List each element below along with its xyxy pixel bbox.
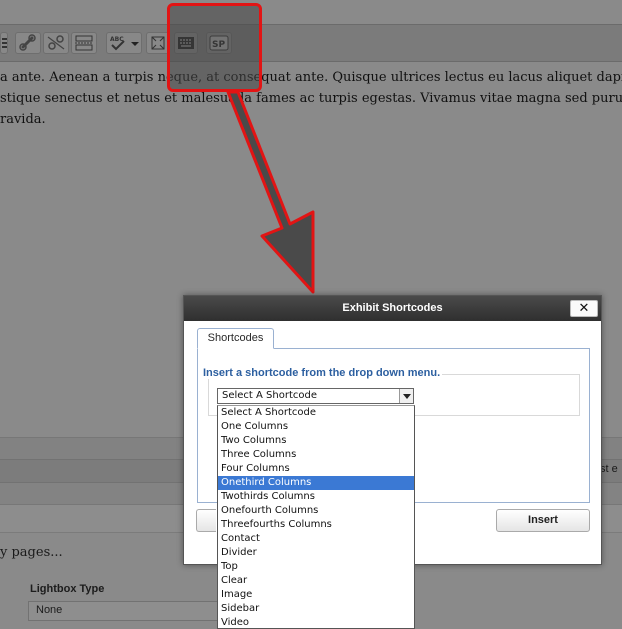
close-icon: ✕: [578, 301, 590, 316]
chevron-down-icon[interactable]: [399, 389, 413, 403]
tab-shortcodes[interactable]: Shortcodes: [197, 328, 274, 349]
dropdown-option[interactable]: Video: [218, 616, 414, 628]
dialog-title: Exhibit Shortcodes: [342, 302, 443, 314]
shortcode-select[interactable]: Select A Shortcode: [217, 388, 414, 404]
cancel-button[interactable]: [196, 509, 216, 532]
fieldset-legend: Insert a shortcode from the drop down me…: [201, 367, 443, 379]
shortcode-select-value: Select A Shortcode: [222, 390, 317, 401]
close-button[interactable]: ✕: [570, 300, 598, 317]
dropdown-option[interactable]: Three Columns: [218, 448, 414, 462]
dropdown-option[interactable]: Four Columns: [218, 462, 414, 476]
dropdown-option[interactable]: Select A Shortcode: [218, 406, 414, 420]
shortcode-dropdown-list[interactable]: Select A Shortcode One Columns Two Columns…: [217, 405, 415, 629]
dropdown-option[interactable]: Onefourth Columns: [218, 504, 414, 518]
dropdown-option[interactable]: Threefourths Columns: [218, 518, 414, 532]
dropdown-option[interactable]: One Columns: [218, 420, 414, 434]
dropdown-option[interactable]: Clear: [218, 574, 414, 588]
insert-button[interactable]: Insert: [496, 509, 590, 532]
dropdown-option[interactable]: Divider: [218, 546, 414, 560]
dialog-titlebar[interactable]: Exhibit Shortcodes ✕: [184, 296, 601, 321]
tab-label: Shortcodes: [207, 332, 264, 344]
dropdown-option[interactable]: Twothirds Columns: [218, 490, 414, 504]
dropdown-option[interactable]: Two Columns: [218, 434, 414, 448]
dropdown-option[interactable]: Onethird Columns: [218, 476, 414, 490]
dropdown-option[interactable]: Contact: [218, 532, 414, 546]
dropdown-option[interactable]: Top: [218, 560, 414, 574]
dropdown-option[interactable]: Image: [218, 588, 414, 602]
dropdown-option[interactable]: Sidebar: [218, 602, 414, 616]
